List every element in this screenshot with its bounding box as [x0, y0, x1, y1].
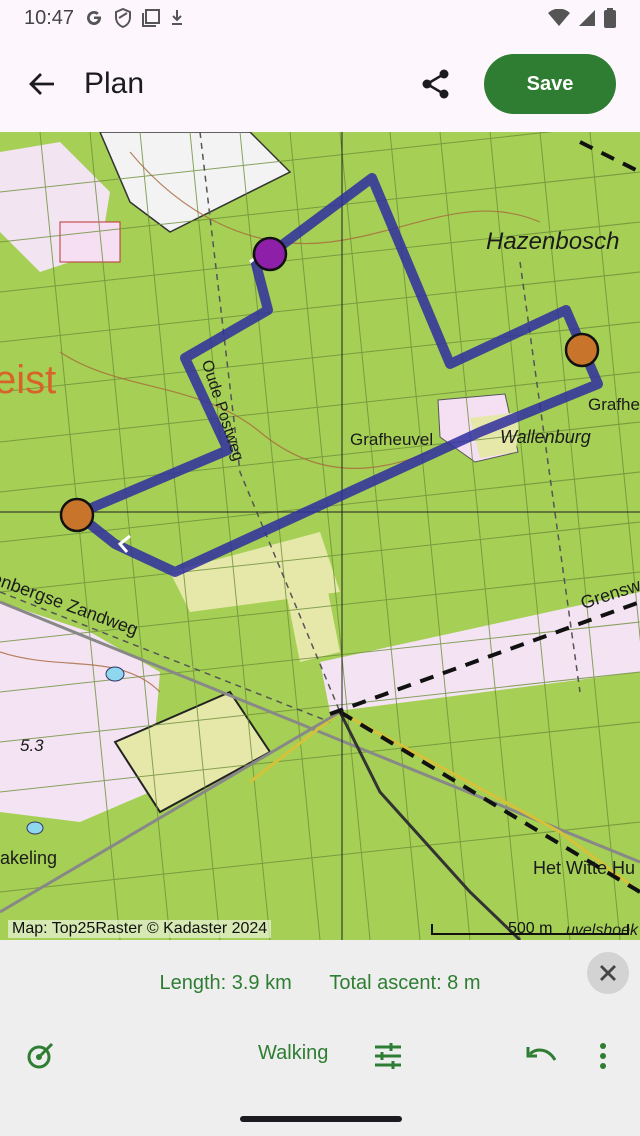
signal-icon	[578, 9, 596, 27]
map-attribution: Map: Top25Raster © Kadaster 2024	[8, 920, 272, 938]
page-title: Plan	[84, 67, 145, 100]
share-button[interactable]	[408, 56, 464, 112]
map-label: eist	[0, 358, 57, 402]
shield-icon	[114, 8, 132, 28]
bottom-sheet: Length: 3.9 km Total ascent: 8 m Walking	[0, 940, 640, 1136]
battery-icon	[604, 8, 616, 28]
planner-controls: Walking	[0, 1036, 640, 1076]
map-label: Wallenburg	[500, 427, 591, 447]
save-button[interactable]: Save	[484, 54, 616, 114]
waypoint-marker[interactable]	[59, 497, 95, 533]
back-button[interactable]	[14, 56, 70, 112]
length-stat: Length: 3.9 km	[159, 972, 292, 994]
tune-icon	[375, 1043, 401, 1069]
gesture-nav-handle[interactable]	[240, 1116, 402, 1122]
route-stats: Length: 3.9 km Total ascent: 8 m	[0, 972, 640, 995]
route-icon	[27, 1042, 54, 1069]
share-icon	[422, 69, 449, 99]
more-vert-icon	[600, 1043, 606, 1069]
app-bar: Plan Save	[0, 36, 640, 132]
ascent-stat: Total ascent: 8 m	[329, 972, 481, 994]
waypoint-marker[interactable]	[564, 332, 600, 368]
undo-button[interactable]	[522, 1036, 562, 1076]
routing-settings-button[interactable]	[368, 1036, 408, 1076]
download-icon	[170, 9, 184, 27]
map-label: Grafheuvel	[350, 430, 434, 449]
map-label: Grafhe	[588, 395, 640, 414]
map-view[interactable]: Hazenbosch Grafheuvel Wallenburg Grafhe …	[0, 132, 640, 940]
status-time: 10:47	[24, 6, 75, 29]
wifi-icon	[548, 9, 570, 27]
navigate-button[interactable]	[20, 1036, 60, 1076]
map-label: akeling	[0, 848, 58, 868]
map-label: Hazenbosch	[486, 228, 620, 255]
more-options-button[interactable]	[586, 1036, 620, 1076]
status-bar: 10:47	[0, 0, 640, 36]
routing-mode-selector[interactable]: Walking	[258, 1042, 328, 1065]
scale-label: 500 m	[508, 920, 553, 937]
map-label: Het Witte Hu	[533, 858, 636, 878]
undo-icon	[526, 1047, 557, 1061]
scale-bar: 500 m	[430, 920, 630, 940]
google-icon	[84, 8, 104, 28]
copy-icon	[142, 9, 161, 27]
map-label: 5.3	[20, 736, 44, 755]
arrow-back-icon	[29, 73, 54, 95]
start-waypoint[interactable]	[252, 236, 288, 272]
